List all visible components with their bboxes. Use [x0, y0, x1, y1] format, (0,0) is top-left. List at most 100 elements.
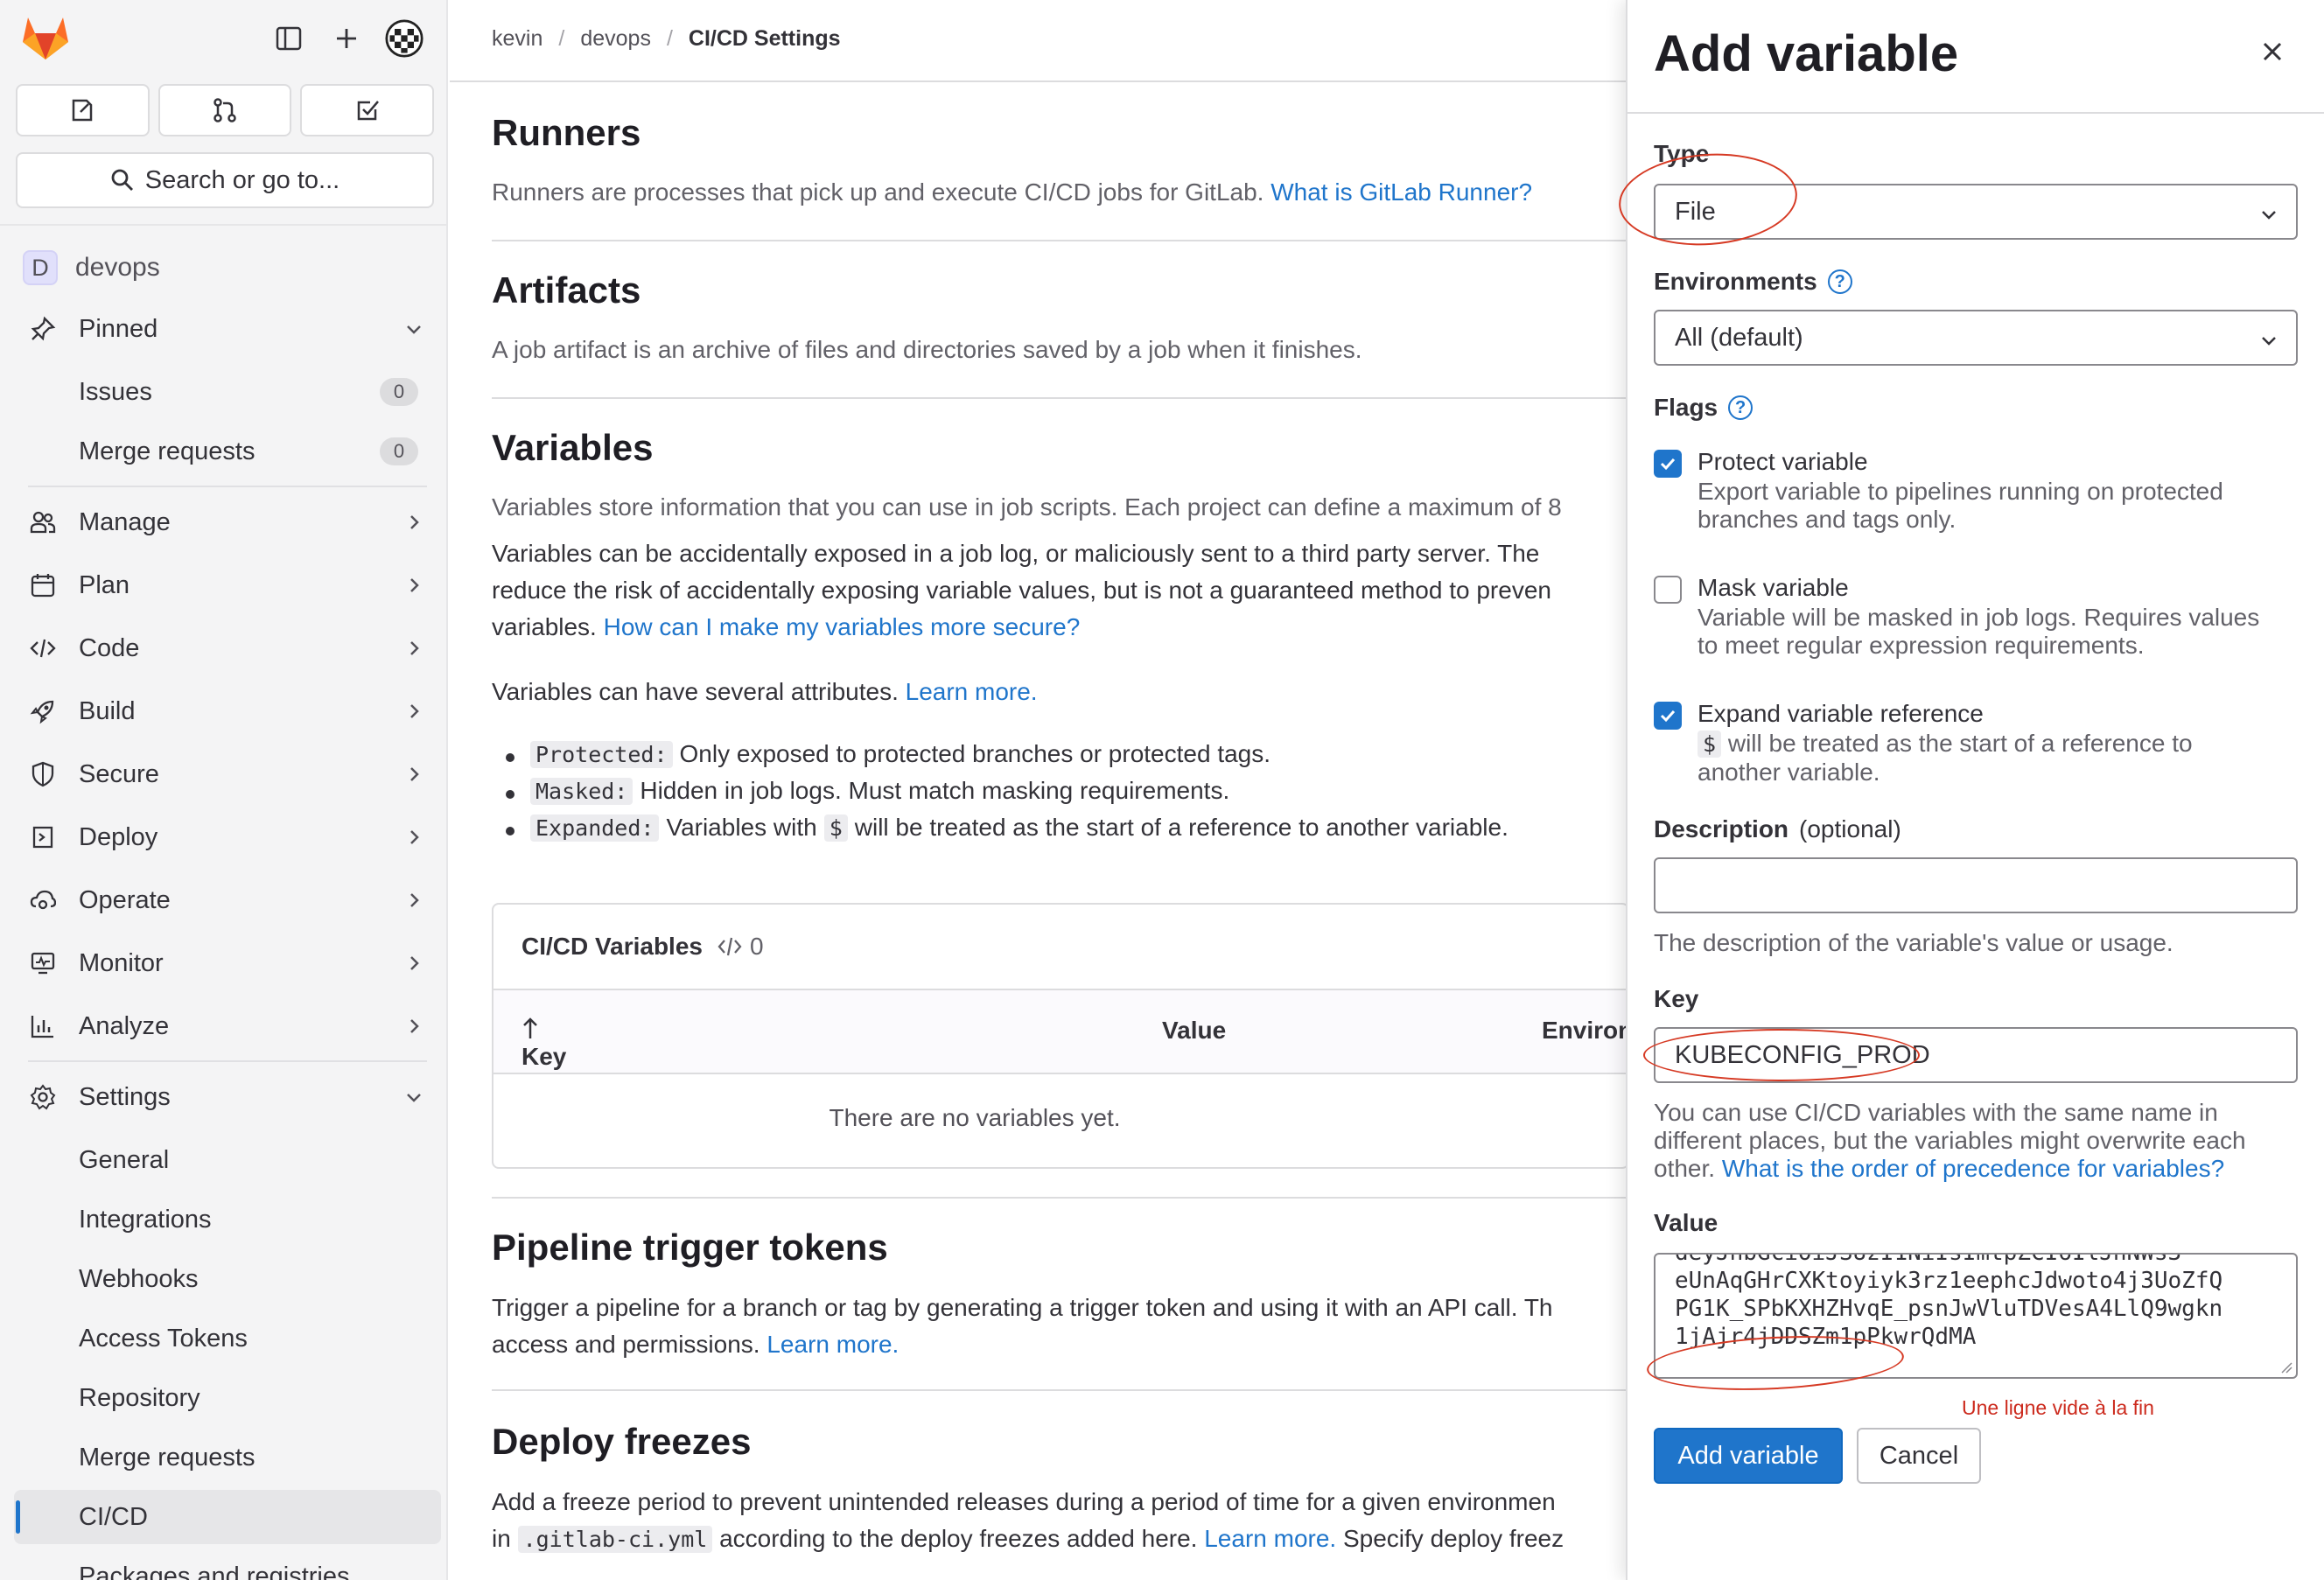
freezes-learn-more-link[interactable]: Learn more.: [1204, 1525, 1336, 1552]
sidebar-item-code[interactable]: Code: [14, 621, 441, 675]
triggers-learn-more-link[interactable]: Learn more.: [766, 1331, 899, 1358]
variables-warning-line: variables.: [492, 613, 597, 640]
count-badge: 0: [380, 437, 418, 465]
sidebar-item-webhooks[interactable]: Webhooks: [14, 1252, 441, 1306]
precedence-link[interactable]: What is the order of precedence for vari…: [1722, 1155, 2224, 1182]
sidebar-item-issues[interactable]: Issues 0: [14, 365, 441, 419]
section-divider: [492, 1197, 1626, 1199]
sidebar-item-manage[interactable]: Manage: [14, 495, 441, 549]
runners-title[interactable]: Runners: [492, 112, 640, 154]
sidebar-item-access-tokens[interactable]: Access Tokens: [14, 1311, 441, 1366]
sidebar-item-label: Analyze: [79, 1011, 170, 1040]
checkmark-icon: [1660, 710, 1676, 723]
sidebar-item-integrations[interactable]: Integrations: [14, 1192, 441, 1247]
attribute-bullet-expanded: Expanded: Variables with $ will be treat…: [506, 814, 1508, 842]
sidebar-item-label: Plan: [79, 570, 130, 599]
cloud-gear-icon: [26, 887, 60, 913]
attributes-learn-more-link[interactable]: Learn more.: [906, 678, 1038, 705]
close-icon: [2263, 42, 2282, 61]
question-circle-icon[interactable]: ?: [1728, 395, 1754, 420]
question-circle-icon[interactable]: ?: [1827, 269, 1852, 294]
chevron-right-icon: [404, 891, 424, 910]
project-link[interactable]: D devops: [23, 250, 160, 285]
breadcrumb-user[interactable]: kevin: [492, 26, 542, 52]
expand-help-line: another variable.: [1698, 759, 1880, 786]
mask-variable-checkbox[interactable]: [1654, 576, 1682, 604]
sidebar-item-merge-requests[interactable]: Merge requests 0: [14, 424, 441, 479]
close-button[interactable]: [2259, 38, 2286, 65]
checkmark-icon: [1660, 458, 1676, 471]
sidebar-item-general[interactable]: General: [14, 1133, 441, 1187]
freezes-title[interactable]: Deploy freezes: [492, 1421, 751, 1463]
variables-warning-line: reduce the risk of accidentally exposing…: [492, 577, 1551, 604]
column-key[interactable]: Key: [522, 1017, 566, 1070]
variables-security-link[interactable]: How can I make my variables more secure?: [604, 613, 1081, 640]
sidebar-item-label: CI/CD: [79, 1502, 148, 1531]
description-help: The description of the variable's value …: [1654, 929, 2174, 956]
user-avatar[interactable]: [385, 19, 424, 58]
triggers-title[interactable]: Pipeline trigger tokens: [492, 1227, 888, 1269]
sidebar-item-secure[interactable]: Secure: [14, 747, 441, 801]
sidebar-item-settings[interactable]: Settings: [14, 1070, 441, 1124]
freezes-desc-text: Specify deploy freez: [1342, 1525, 1564, 1552]
sidebar-item-build[interactable]: Build: [14, 684, 441, 738]
variables-attributes-intro: Variables can have several attributes. L…: [492, 674, 1038, 710]
sidebar-pinned[interactable]: Pinned: [14, 302, 441, 356]
environments-label: Environments ?: [1654, 268, 1852, 296]
sidebar-item-repository[interactable]: Repository: [14, 1371, 441, 1425]
triggers-desc-line: access and permissions.: [492, 1331, 760, 1358]
sidebar-item-operate[interactable]: Operate: [14, 873, 441, 927]
sidebar-item-plan[interactable]: Plan: [14, 558, 441, 612]
variables-title[interactable]: Variables: [492, 427, 653, 469]
sidebar: Search or go to... D devops Pinned Issue…: [0, 0, 448, 1580]
triggers-description: Trigger a pipeline for a branch or tag b…: [492, 1290, 1553, 1363]
sidebar-item-cicd[interactable]: CI/CD: [14, 1490, 441, 1544]
search-icon: [111, 169, 133, 191]
breadcrumb-separator: /: [666, 26, 673, 51]
protect-variable-label[interactable]: Protect variable: [1698, 448, 1868, 476]
expand-variable-help: $ will be treated as the start of a refe…: [1698, 730, 2301, 787]
add-variable-button[interactable]: Add variable: [1654, 1428, 1843, 1484]
merge-request-icon: [214, 98, 236, 122]
sidebar-item-packages[interactable]: Packages and registries: [14, 1549, 441, 1580]
shield-icon: [26, 761, 60, 787]
environments-select[interactable]: All (default): [1654, 310, 2298, 366]
description-label: Description (optional): [1654, 815, 1901, 843]
todo-list-button[interactable]: [300, 84, 435, 136]
gitlab-logo[interactable]: [21, 14, 70, 61]
variables-table-header: Key Value Environm: [494, 990, 1626, 1074]
plus-icon[interactable]: [327, 19, 366, 58]
protect-variable-checkbox[interactable]: [1654, 450, 1682, 478]
breadcrumb-current[interactable]: CI/CD Settings: [689, 26, 841, 52]
assigned-issues-button[interactable]: [16, 84, 150, 136]
mask-variable-label[interactable]: Mask variable: [1698, 574, 1849, 602]
flags-label-text: Flags: [1654, 394, 1718, 421]
description-input[interactable]: [1654, 857, 2298, 913]
value-line: PG1K_SPbKXHZHvqE_psnJwVluTDVesA4LlQ9wgkn: [1675, 1296, 2223, 1322]
attribute-code: Masked:: [530, 777, 634, 805]
breadcrumb-project[interactable]: devops: [580, 26, 651, 52]
protect-help-line: branches and tags only.: [1698, 506, 1956, 533]
mask-help-line: Variable will be masked in job logs. Req…: [1698, 604, 2260, 631]
settings-gear-icon: [26, 1084, 60, 1110]
cancel-button[interactable]: Cancel: [1857, 1428, 1981, 1484]
expand-variable-label[interactable]: Expand variable reference: [1698, 700, 1984, 728]
merge-requests-button[interactable]: [158, 84, 292, 136]
collapse-sidebar-icon[interactable]: [270, 19, 308, 58]
sidebar-item-label: General: [79, 1145, 170, 1174]
artifacts-title[interactable]: Artifacts: [492, 269, 640, 311]
sidebar-item-settings-merge-requests[interactable]: Merge requests: [14, 1430, 441, 1485]
sidebar-separator: [28, 1060, 427, 1062]
sidebar-item-monitor[interactable]: Monitor: [14, 936, 441, 990]
runners-help-link[interactable]: What is GitLab Runner?: [1270, 178, 1532, 206]
sidebar-item-deploy[interactable]: Deploy: [14, 810, 441, 864]
expand-variable-checkbox[interactable]: [1654, 702, 1682, 730]
annotation-circle-key: [1643, 1029, 1920, 1081]
count-badge: 0: [380, 378, 418, 406]
runners-desc-text: Runners are processes that pick up and e…: [492, 178, 1264, 206]
attribute-text: Hidden in job logs. Must match masking r…: [640, 777, 1230, 804]
resize-handle-icon[interactable]: [2278, 1360, 2292, 1374]
sidebar-item-analyze[interactable]: Analyze: [14, 999, 441, 1053]
sidebar-separator: [28, 486, 427, 487]
search-button[interactable]: Search or go to...: [16, 152, 434, 208]
